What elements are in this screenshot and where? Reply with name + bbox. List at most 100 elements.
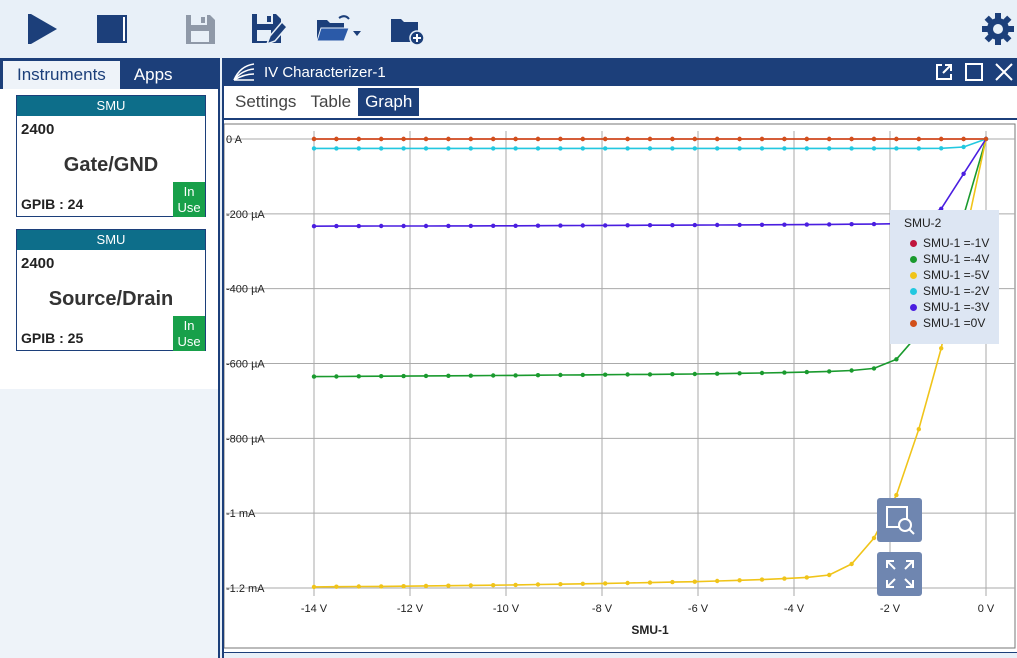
instrument-address: GPIB : 24 [21,196,84,212]
data-point [401,584,406,589]
data-point [961,171,966,176]
data-point [894,136,899,142]
new-folder-button[interactable] [388,8,428,50]
data-point [535,136,541,142]
data-point [401,373,406,379]
data-point [737,578,742,583]
instrument-card-source-drain[interactable]: SMU 2400 Source/Drain GPIB : 25 In Use [16,229,206,351]
x-axis-label: SMU-1 [631,623,669,637]
app-logo-icon [233,63,255,81]
tab-apps[interactable]: Apps [120,61,187,89]
data-point [715,578,720,584]
tab-settings[interactable]: Settings [228,88,303,116]
data-point [379,223,384,229]
data-point [939,146,944,151]
instrument-model: 2400 [21,255,55,272]
popout-button[interactable] [933,61,955,83]
tab-instruments[interactable]: Instruments [3,61,120,89]
data-point [580,372,585,378]
data-point [558,223,563,228]
data-point [334,374,339,379]
y-tick-label: -200 µA [226,209,265,221]
data-point [894,357,899,362]
data-point [491,146,496,151]
data-point [625,223,630,228]
settings-button[interactable] [978,8,1017,50]
data-point [804,136,809,142]
save-icon [186,15,215,44]
data-point [715,222,720,228]
instrument-sidebar: Instruments Apps SMU 2400 Gate/GND GPIB … [0,58,220,658]
x-tick-label: 0 V [978,603,995,615]
legend-swatch [910,287,917,295]
fit-to-view-button[interactable] [877,552,922,596]
gear-icon [982,13,1014,45]
data-point [423,136,429,142]
view-tabs: Settings Table Graph [224,86,1017,120]
close-button[interactable] [993,61,1015,83]
instrument-type: SMU [17,96,205,116]
data-point [871,146,877,151]
save-as-button[interactable] [248,8,288,50]
legend-swatch [910,239,917,247]
data-point [871,136,877,142]
data-point [535,223,541,228]
data-point [558,582,563,587]
data-point [446,136,451,142]
data-point [939,346,944,351]
instrument-name: Gate/GND [63,154,159,176]
zoom-region-button[interactable] [877,498,922,542]
iv-characterizer-panel: IV Characterizer-1 Settings Table Graph … [222,58,1017,658]
legend-label: SMU-1 =-5V [923,268,990,282]
data-point [401,136,406,142]
maximize-icon [965,63,983,81]
x-tick-label: -6 V [688,603,709,615]
data-point [737,136,742,142]
data-point [580,581,585,586]
series-line-4 [313,138,987,227]
data-point [670,136,675,142]
close-icon [995,63,1013,81]
data-point [311,146,317,151]
data-point [692,579,697,584]
sidebar-tabs: Instruments Apps [0,58,218,89]
data-point [715,136,720,142]
data-point [311,224,317,229]
open-button[interactable] [314,8,366,50]
data-point [737,222,742,228]
data-point [670,579,675,585]
tab-table[interactable]: Table [303,88,358,116]
status-badge: In Use [173,182,205,217]
save-button[interactable] [180,8,220,50]
data-point [580,223,585,228]
maximize-button[interactable] [963,61,985,83]
stop-button[interactable] [92,8,132,50]
data-point [446,583,451,588]
data-point [849,222,854,227]
instrument-card-gate[interactable]: SMU 2400 Gate/GND GPIB : 24 In Use [16,95,206,217]
data-point [782,370,787,375]
data-point [535,373,541,378]
data-point [647,223,653,228]
data-point [625,146,630,151]
data-point [334,223,339,229]
data-point [446,223,451,229]
data-point [580,146,585,151]
data-point [916,146,921,151]
data-point [468,146,473,151]
graph-area[interactable]: -14 V -12 V -10 V -8 V -6 V -4 V -2 V 0 V 0 A -20… [223,122,1017,658]
data-point [692,222,697,228]
panel-title: IV Characterizer-1 [264,63,386,81]
data-point [939,136,944,142]
data-point [603,372,608,377]
data-point [356,374,361,379]
data-point [849,561,854,567]
y-tick-label: -1.2 mA [226,583,265,595]
tab-graph[interactable]: Graph [358,88,420,116]
data-point [379,136,384,142]
data-point [782,576,787,581]
data-point [759,577,765,582]
run-button[interactable] [22,8,62,50]
expand-icon [885,560,914,588]
data-point [737,371,742,376]
